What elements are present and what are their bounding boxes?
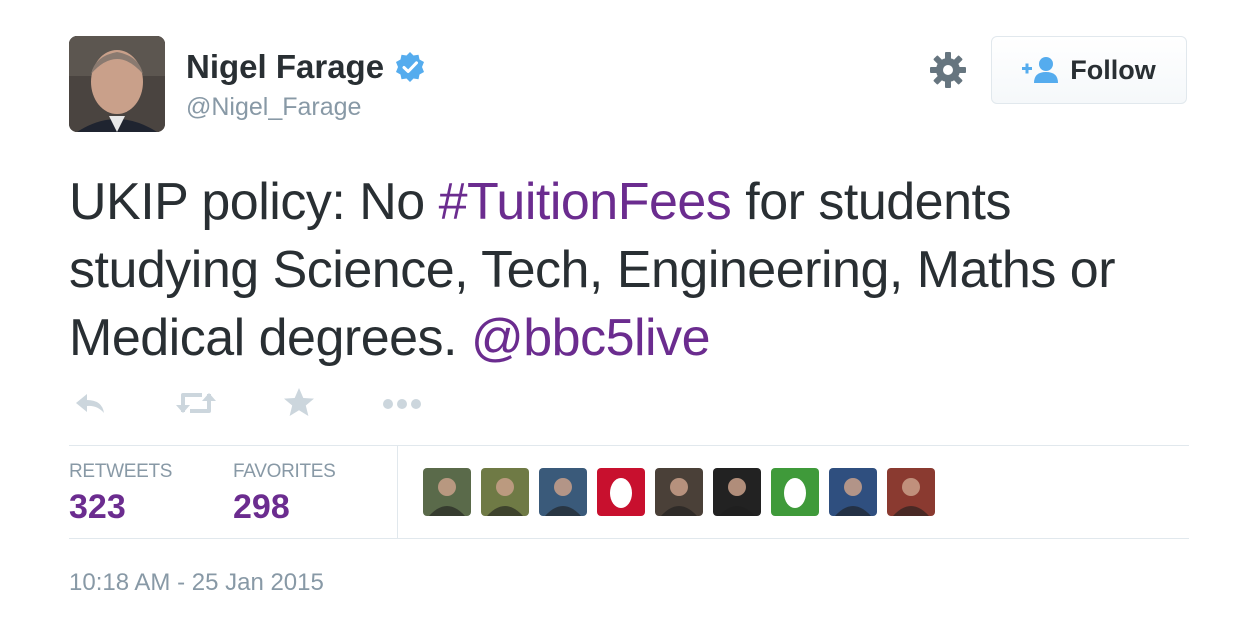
gear-icon[interactable] bbox=[928, 50, 968, 90]
favorites-count[interactable]: 298 bbox=[233, 488, 290, 527]
author-name-text: Nigel Farage bbox=[186, 48, 385, 85]
follow-user-icon bbox=[1022, 56, 1060, 84]
more-icon[interactable] bbox=[381, 386, 423, 425]
divider bbox=[397, 446, 398, 538]
user-avatar[interactable] bbox=[481, 468, 529, 516]
tweet-text: UKIP policy: No #TuitionFees for student… bbox=[69, 168, 1199, 372]
retweets-label: RETWEETS bbox=[69, 461, 173, 482]
user-avatar[interactable] bbox=[423, 468, 471, 516]
author-name[interactable]: Nigel Farage bbox=[186, 48, 426, 86]
author-handle[interactable]: @Nigel_Farage bbox=[186, 93, 361, 122]
favoriter-avatars bbox=[423, 468, 945, 516]
user-avatar[interactable] bbox=[887, 468, 935, 516]
favorite-icon[interactable] bbox=[282, 386, 316, 425]
divider bbox=[69, 445, 1189, 446]
default-egg-avatar[interactable] bbox=[597, 468, 645, 516]
retweet-icon[interactable] bbox=[174, 386, 218, 425]
retweets-count[interactable]: 323 bbox=[69, 488, 126, 527]
user-avatar[interactable] bbox=[655, 468, 703, 516]
tweet-timestamp[interactable]: 10:18 AM - 25 Jan 2015 bbox=[69, 569, 324, 597]
user-avatar[interactable] bbox=[713, 468, 761, 516]
default-egg-avatar[interactable] bbox=[771, 468, 819, 516]
author-avatar[interactable] bbox=[69, 36, 165, 132]
reply-icon[interactable] bbox=[73, 386, 107, 425]
tweet-text-segment: UKIP policy: No bbox=[69, 173, 439, 231]
verified-badge-icon bbox=[394, 51, 426, 83]
divider bbox=[69, 538, 1189, 539]
user-avatar[interactable] bbox=[829, 468, 877, 516]
follow-label: Follow bbox=[1070, 54, 1156, 85]
user-avatar[interactable] bbox=[539, 468, 587, 516]
mention-link[interactable]: @bbc5live bbox=[471, 309, 711, 367]
follow-button[interactable]: Follow bbox=[991, 36, 1187, 104]
favorites-label: FAVORITES bbox=[233, 461, 336, 482]
hashtag-link[interactable]: #TuitionFees bbox=[439, 173, 732, 231]
avatar-photo bbox=[69, 36, 165, 132]
